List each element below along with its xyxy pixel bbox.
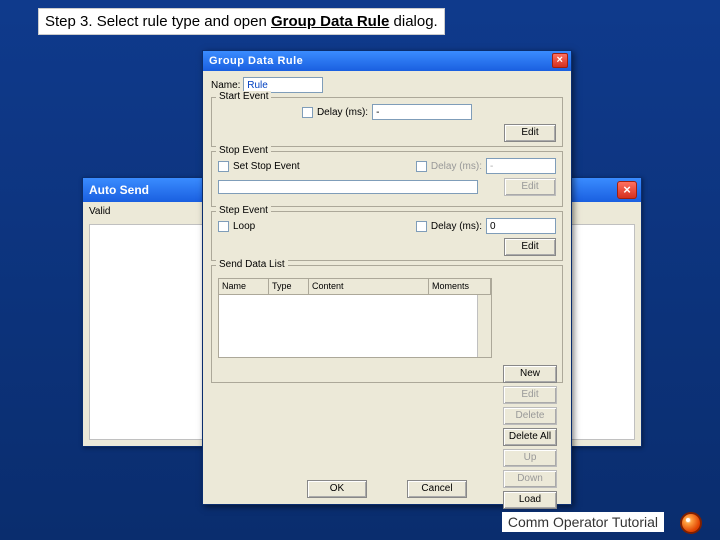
col-type[interactable]: Type (269, 279, 309, 294)
close-icon[interactable]: × (552, 53, 568, 68)
edit-button: Edit (503, 386, 557, 404)
dialog-bottom-buttons: OK Cancel (203, 480, 571, 498)
group-data-rule-dialog: Group Data Rule × Name: Rule Start Event… (202, 50, 572, 505)
step-event-group: Step Event Loop Delay (ms): 0 Edit (211, 211, 563, 261)
table-header: Name Type Content Moments (219, 279, 491, 295)
footer: Comm Operator Tutorial (502, 512, 664, 532)
set-stop-label: Set Stop Event (233, 161, 300, 172)
dialog-title: Group Data Rule (209, 55, 303, 67)
start-event-title: Start Event (216, 91, 271, 102)
step-edit-button[interactable]: Edit (504, 238, 556, 256)
start-edit-button[interactable]: Edit (504, 124, 556, 142)
start-delay-input[interactable]: - (372, 104, 472, 120)
send-data-table[interactable]: Name Type Content Moments (218, 278, 492, 358)
auto-send-col-valid: Valid (89, 206, 111, 217)
start-delay-checkbox[interactable] (302, 107, 313, 118)
step-caption: Step 3. Select rule type and open Group … (38, 8, 445, 35)
loop-label: Loop (233, 221, 255, 232)
step-delay-label: Delay (ms): (431, 221, 482, 232)
step-text: Step 3. Select rule type and open (45, 13, 271, 30)
cancel-button[interactable]: Cancel (407, 480, 467, 498)
send-data-list-title: Send Data List (216, 259, 288, 270)
step-delay-input[interactable]: 0 (486, 218, 556, 234)
loop-checkbox[interactable] (218, 221, 229, 232)
delete-all-button[interactable]: Delete All (503, 428, 557, 446)
scrollbar[interactable] (477, 295, 491, 357)
step-highlight: Group Data Rule (271, 13, 389, 30)
col-name[interactable]: Name (219, 279, 269, 294)
col-moments[interactable]: Moments (429, 279, 491, 294)
start-event-group: Start Event Delay (ms): - Edit (211, 97, 563, 147)
step-delay-checkbox[interactable] (416, 221, 427, 232)
new-button[interactable]: New (503, 365, 557, 383)
set-stop-checkbox[interactable] (218, 161, 229, 172)
auto-send-title: Auto Send (89, 183, 149, 197)
stop-event-title: Stop Event (216, 145, 271, 156)
dialog-titlebar[interactable]: Group Data Rule × (203, 51, 571, 71)
step-suffix: dialog. (389, 13, 437, 30)
step-event-title: Step Event (216, 205, 271, 216)
col-content[interactable]: Content (309, 279, 429, 294)
close-icon[interactable]: × (617, 181, 637, 199)
stop-event-group: Stop Event Set Stop Event Delay (ms): - … (211, 151, 563, 207)
up-button: Up (503, 449, 557, 467)
name-label: Name: (211, 80, 240, 91)
delete-button: Delete (503, 407, 557, 425)
stop-delay-checkbox[interactable] (416, 161, 427, 172)
stop-delay-input: - (486, 158, 556, 174)
stop-event-input[interactable] (218, 180, 478, 194)
logo-icon (680, 512, 702, 534)
ok-button[interactable]: OK (307, 480, 367, 498)
stop-edit-button: Edit (504, 178, 556, 196)
send-data-side-buttons: New Edit Delete Delete All Up Down Load … (503, 365, 563, 533)
start-delay-label: Delay (ms): (317, 107, 368, 118)
stop-delay-label: Delay (ms): (431, 161, 482, 172)
